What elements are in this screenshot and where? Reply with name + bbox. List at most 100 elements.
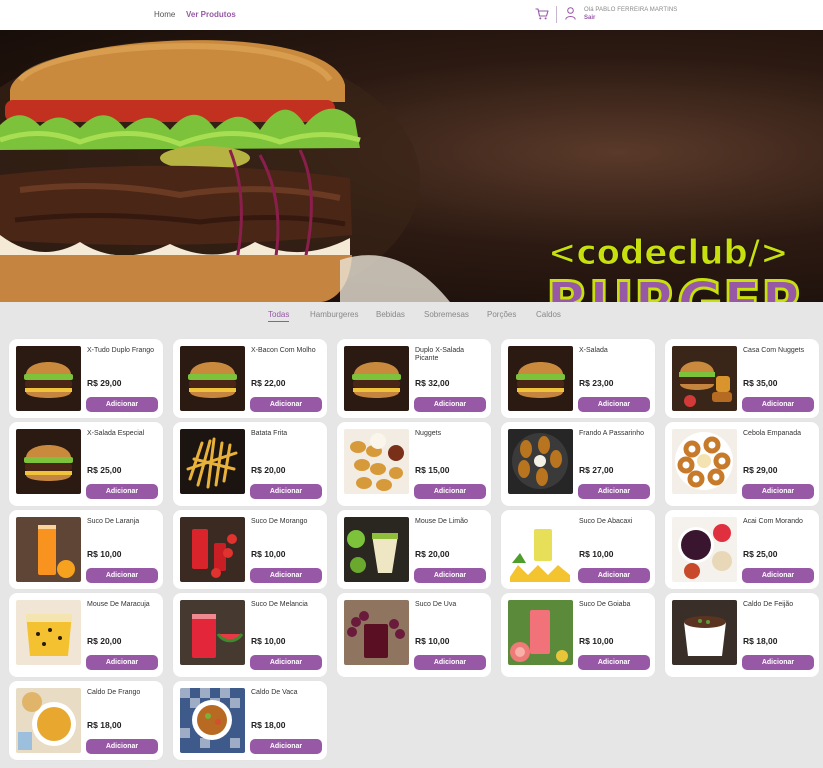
product-image [508, 600, 573, 665]
product-image [16, 517, 81, 582]
product-image [180, 600, 245, 665]
product-price: R$ 23,00 [579, 378, 614, 388]
product-card: Mouse De Limão R$ 20,00 Adicionar [337, 510, 491, 589]
add-to-cart-button[interactable]: Adicionar [250, 484, 322, 499]
logo-bottom-text: BURGER [546, 268, 804, 302]
product-name: X-Salada [579, 347, 608, 354]
nav-products-link[interactable]: Ver Produtos [186, 10, 236, 19]
product-name: X-Bacon Com Molho [251, 347, 316, 354]
add-to-cart-button[interactable]: Adicionar [86, 655, 158, 670]
product-name: Suco De Abacaxi [579, 518, 633, 525]
product-card: Nuggets R$ 15,00 Adicionar [337, 422, 491, 506]
product-card: Mouse De Maracuja R$ 20,00 Adicionar [9, 593, 163, 677]
tab-sobremesas[interactable]: Sobremesas [424, 310, 469, 319]
product-name: Caldo De Feijão [743, 601, 794, 608]
product-price: R$ 25,00 [743, 549, 778, 559]
logout-link[interactable]: Sair [584, 15, 595, 21]
product-image [180, 346, 245, 411]
shopping-cart-icon[interactable] [535, 8, 549, 20]
product-name: Suco De Goiaba [579, 601, 631, 608]
add-to-cart-button[interactable]: Adicionar [742, 397, 814, 412]
product-image [16, 600, 81, 665]
product-card: Suco De Goiaba R$ 10,00 Adicionar [501, 593, 655, 677]
product-image [16, 688, 81, 753]
product-image [672, 429, 737, 494]
product-price: R$ 25,00 [87, 465, 122, 475]
product-card: Batata Frita R$ 20,00 Adicionar [173, 422, 327, 506]
tab-bebidas[interactable]: Bebidas [376, 310, 405, 319]
product-price: R$ 27,00 [579, 465, 614, 475]
tab-todas[interactable]: Todas [268, 310, 290, 322]
add-to-cart-button[interactable]: Adicionar [414, 655, 486, 670]
product-price: R$ 10,00 [415, 636, 450, 646]
top-header: Home Ver Produtos Olá PABLO FERREIRA MAR… [0, 0, 823, 30]
nav-home-link[interactable]: Home [154, 10, 175, 19]
product-name: Caldo De Frango [87, 689, 141, 696]
product-name: Casa Com Nuggets [743, 347, 805, 354]
product-name: X-Tudo Duplo Frango [87, 347, 155, 354]
product-price: R$ 20,00 [415, 549, 450, 559]
product-name: Mouse De Limão [415, 518, 468, 525]
logo-top-text: <codeclub/> [548, 233, 789, 273]
product-name: X-Salada Especial [87, 430, 145, 437]
product-grid: X-Tudo Duplo Frango R$ 29,00 Adicionar X-Ba… [9, 339, 819, 760]
category-tabs: Todas Hamburgeres Bebidas Sobremesas Por… [0, 308, 823, 324]
product-card: X-Tudo Duplo Frango R$ 29,00 Adicionar [9, 339, 163, 418]
add-to-cart-button[interactable]: Adicionar [86, 568, 158, 583]
product-card: Suco De Laranja R$ 10,00 Adicionar [9, 510, 163, 589]
tab-caldos[interactable]: Caldos [536, 310, 561, 319]
hero-banner: <codeclub/> BURGER [0, 30, 823, 302]
product-card: Acai Com Morando R$ 25,00 Adicionar [665, 510, 819, 589]
product-price: R$ 18,00 [251, 720, 286, 730]
product-price: R$ 22,00 [251, 378, 286, 388]
product-card: Suco De Melancia R$ 10,00 Adicionar [173, 593, 327, 677]
add-to-cart-button[interactable]: Adicionar [414, 568, 486, 583]
product-name: Caldo De Vaca [251, 689, 298, 696]
product-image [508, 346, 573, 411]
add-to-cart-button[interactable]: Adicionar [742, 655, 814, 670]
product-image [344, 600, 409, 665]
add-to-cart-button[interactable]: Adicionar [86, 397, 158, 412]
product-price: R$ 10,00 [251, 636, 286, 646]
add-to-cart-button[interactable]: Adicionar [742, 484, 814, 499]
product-price: R$ 20,00 [87, 636, 122, 646]
add-to-cart-button[interactable]: Adicionar [250, 655, 322, 670]
add-to-cart-button[interactable]: Adicionar [250, 397, 322, 412]
product-name: Nuggets [415, 430, 442, 437]
product-image [672, 600, 737, 665]
product-image [508, 517, 573, 582]
add-to-cart-button[interactable]: Adicionar [578, 397, 650, 412]
codeclub-burger-logo: <codeclub/> BURGER [546, 233, 806, 303]
product-card: Suco De Uva R$ 10,00 Adicionar [337, 593, 491, 677]
product-name: Suco De Uva [415, 601, 457, 608]
product-price: R$ 29,00 [743, 465, 778, 475]
product-price: R$ 15,00 [415, 465, 450, 475]
product-card: Duplo X-Salada Picante R$ 32,00 Adicionar [337, 339, 491, 418]
add-to-cart-button[interactable]: Adicionar [250, 739, 322, 754]
add-to-cart-button[interactable]: Adicionar [86, 484, 158, 499]
product-card: Casa Com Nuggets R$ 35,00 Adicionar [665, 339, 819, 418]
product-card: Cebola Empanada R$ 29,00 Adicionar [665, 422, 819, 506]
product-card: Suco De Morango R$ 10,00 Adicionar [173, 510, 327, 589]
product-price: R$ 18,00 [87, 720, 122, 730]
add-to-cart-button[interactable]: Adicionar [414, 397, 486, 412]
product-image [344, 429, 409, 494]
add-to-cart-button[interactable]: Adicionar [578, 655, 650, 670]
add-to-cart-button[interactable]: Adicionar [414, 484, 486, 499]
add-to-cart-button[interactable]: Adicionar [86, 739, 158, 754]
product-image [180, 688, 245, 753]
add-to-cart-button[interactable]: Adicionar [250, 568, 322, 583]
product-image [508, 429, 573, 494]
product-image [344, 346, 409, 411]
product-card: X-Salada R$ 23,00 Adicionar [501, 339, 655, 418]
product-price: R$ 10,00 [251, 549, 286, 559]
product-card: Frando A Passarinho R$ 27,00 Adicionar [501, 422, 655, 506]
add-to-cart-button[interactable]: Adicionar [742, 568, 814, 583]
tab-hamburgeres[interactable]: Hamburgeres [310, 310, 358, 319]
product-image [672, 517, 737, 582]
add-to-cart-button[interactable]: Adicionar [578, 568, 650, 583]
product-price: R$ 35,00 [743, 378, 778, 388]
add-to-cart-button[interactable]: Adicionar [578, 484, 650, 499]
tab-porcoes[interactable]: Porções [487, 310, 516, 319]
product-price: R$ 29,00 [87, 378, 122, 388]
